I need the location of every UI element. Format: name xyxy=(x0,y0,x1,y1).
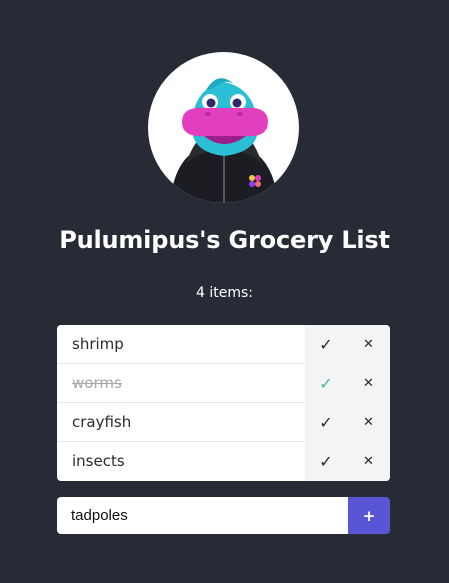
check-icon[interactable]: ✓ xyxy=(305,364,347,403)
add-item-form: + xyxy=(57,497,390,534)
item-label: insects xyxy=(72,452,125,470)
grocery-list: shrimp ✓ ✕ worms ✓ ✕ crayfish ✓ ✕ insect… xyxy=(57,325,390,481)
delete-icon[interactable]: ✕ xyxy=(347,403,390,442)
add-button[interactable]: + xyxy=(348,497,390,534)
avatar xyxy=(148,52,299,203)
item-label: crayfish xyxy=(72,413,132,431)
list-item: insects ✓ ✕ xyxy=(57,442,390,481)
item-count: 4 items: xyxy=(196,285,253,301)
check-icon[interactable]: ✓ xyxy=(305,403,347,442)
item-label: shrimp xyxy=(72,335,124,353)
delete-icon[interactable]: ✕ xyxy=(347,442,390,481)
list-item: worms ✓ ✕ xyxy=(57,364,390,403)
pulumipus-mascot-icon xyxy=(152,56,295,203)
new-item-input[interactable] xyxy=(57,497,348,534)
page-title: Pulumipus's Grocery List xyxy=(59,226,390,254)
check-icon[interactable]: ✓ xyxy=(305,442,347,481)
list-item: shrimp ✓ ✕ xyxy=(57,325,390,364)
delete-icon[interactable]: ✕ xyxy=(347,325,390,364)
item-label: worms xyxy=(72,374,122,392)
list-item: crayfish ✓ ✕ xyxy=(57,403,390,442)
app: Pulumipus's Grocery List 4 items: shrimp… xyxy=(0,0,449,583)
check-icon[interactable]: ✓ xyxy=(305,325,347,364)
delete-icon[interactable]: ✕ xyxy=(347,364,390,403)
